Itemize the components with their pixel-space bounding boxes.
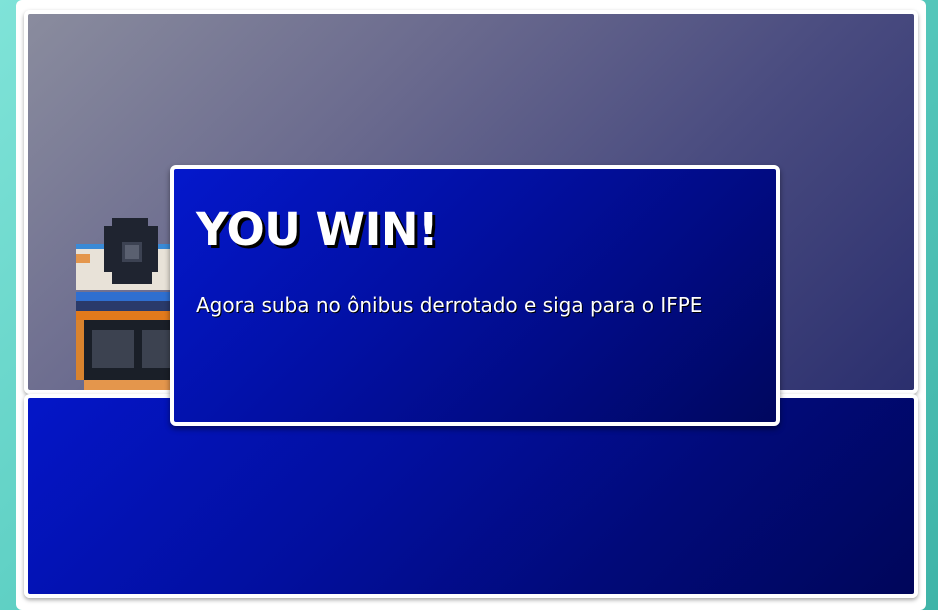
victory-message: Agora suba no ônibus derrotado e siga pa… [196,293,703,317]
victory-title: YOU WIN! [196,203,439,256]
victory-dialog: YOU WIN! Agora suba no ônibus derrotado … [170,165,780,426]
